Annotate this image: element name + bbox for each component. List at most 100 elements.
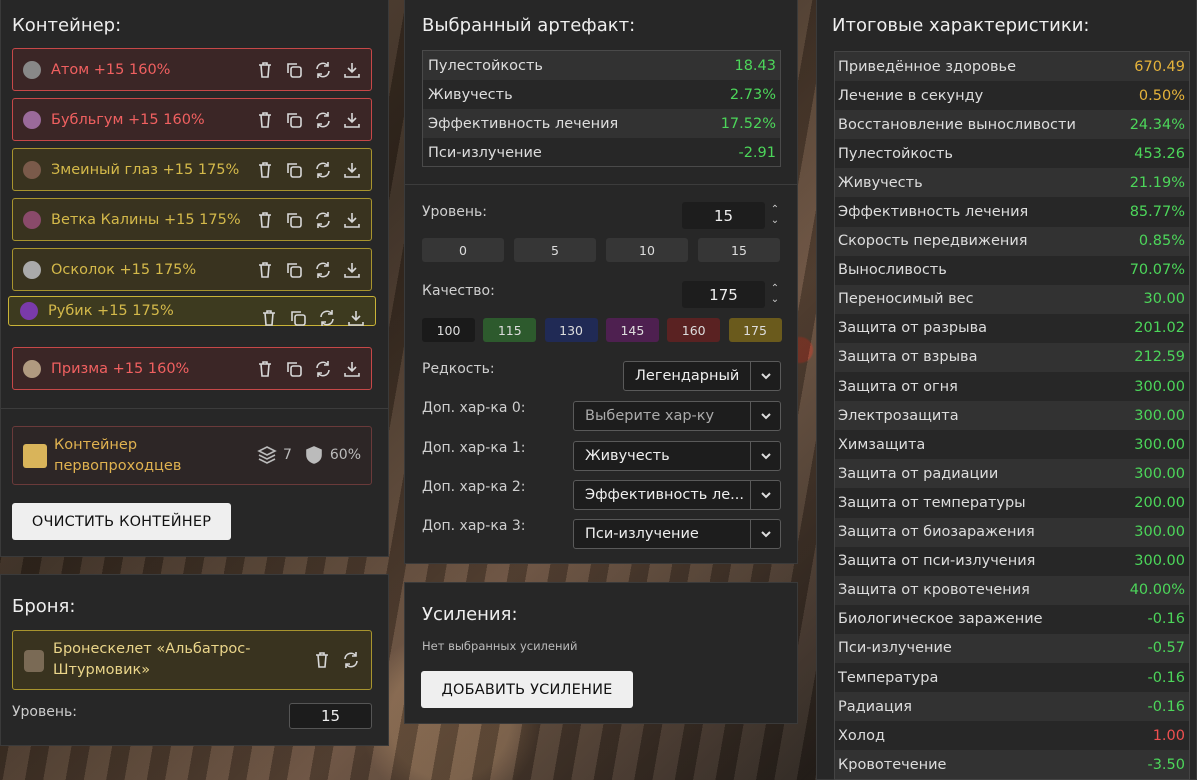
stat-value: 17.52% [720,115,776,132]
armor-level-input[interactable]: 15 [289,703,372,729]
extra-stat-select[interactable]: Выберите хар-ку [573,401,781,431]
artifact-item[interactable]: Ветка Калины +15 175% [12,198,372,241]
extra-stat-select[interactable]: Эффективность ле... [573,480,781,510]
swap-icon[interactable] [313,359,333,379]
swap-icon[interactable] [313,160,333,180]
boosts-empty-text: Нет выбранных усилений [422,639,578,653]
swap-icon[interactable] [317,308,337,328]
trash-icon[interactable] [312,650,332,670]
swap-icon[interactable] [313,210,333,230]
copy-icon[interactable] [284,110,304,130]
total-label: Выносливость [838,262,947,279]
total-row: Химзащита 300.00 [835,430,1189,459]
total-value: 670.49 [1134,58,1185,75]
total-label: Восстановление выносливости [838,116,1076,133]
stat-row: Живучесть 2.73% [423,80,780,109]
extra-stat-value: Эффективность ле... [585,487,744,503]
download-icon[interactable] [342,260,362,280]
download-icon[interactable] [342,60,362,80]
total-label: Пулестойкость [838,145,953,162]
total-row: Температура -0.16 [835,663,1189,692]
total-value: 30.00 [1143,291,1185,308]
download-icon[interactable] [346,308,366,328]
total-row: Лечение в секунду 0.50% [835,81,1189,110]
total-value: 300.00 [1134,407,1185,424]
total-row: Биологическое заражение -0.16 [835,605,1189,634]
total-row: Защита от пси-излучения 300.00 [835,547,1189,576]
download-icon[interactable] [342,210,362,230]
chevron-down-icon [760,531,771,538]
total-row: Кровотечение -3.50 [835,750,1189,780]
rarity-select[interactable]: Легендарный [623,361,781,391]
level-preset-button[interactable]: 5 [514,238,596,262]
quality-preset-button[interactable]: 130 [544,318,598,342]
quality-input[interactable]: 175 [682,281,765,308]
copy-icon[interactable] [284,60,304,80]
copy-icon[interactable] [284,160,304,180]
trash-icon[interactable] [255,160,275,180]
container-slots: 7 [282,447,292,463]
trash-icon[interactable] [255,359,275,379]
total-row: Скорость передвижения 0.85% [835,226,1189,256]
trash-icon[interactable] [255,210,275,230]
artifact-item[interactable]: Змеиный глаз +15 175% [12,148,372,191]
total-value: 21.19% [1129,174,1185,191]
artifact-name: Атом +15 160% [51,61,171,78]
total-row: Защита от кровотечения 40.00% [835,575,1189,605]
extra-stat-select[interactable]: Пси-излучение [573,519,781,549]
artifact-icon [23,60,41,79]
total-label: Скорость передвижения [838,233,1028,250]
add-boost-button[interactable]: ДОБАВИТЬ УСИЛЕНИЕ [421,671,633,708]
extra-stat-select[interactable]: Живучесть [573,441,781,471]
container-card[interactable]: Контейнер первопроходцев 7 60% [12,426,372,485]
total-label: Защита от биозаражения [838,524,1035,541]
level-input[interactable]: 15 [682,202,765,229]
trash-icon[interactable] [255,60,275,80]
total-value: 1.00 [1152,727,1185,744]
swap-icon[interactable] [341,650,361,670]
level-stepper[interactable]: ⌃ ⌄ [769,204,781,226]
quality-preset-button[interactable]: 160 [667,318,721,342]
trash-icon[interactable] [255,260,275,280]
totals-title: Итоговые характеристики: [832,15,1090,36]
total-row: Холод 1.00 [835,721,1189,750]
artifact-item[interactable]: Призма +15 160% [12,347,372,390]
artifact-item[interactable]: Бубльгум +15 160% [12,98,372,141]
total-value: 300.00 [1134,436,1185,453]
level-preset-button[interactable]: 10 [606,238,688,262]
stat-label: Пулестойкость [428,57,543,74]
download-icon[interactable] [342,160,362,180]
trash-icon[interactable] [259,308,279,328]
quality-preset-button[interactable]: 100 [422,318,475,342]
quality-preset-button[interactable]: 145 [605,318,659,342]
quality-preset-button[interactable]: 115 [483,318,537,342]
artifact-item[interactable]: Осколок +15 175% [12,248,372,291]
quality-stepper[interactable]: ⌃ ⌄ [769,283,781,305]
download-icon[interactable] [342,359,362,379]
artifact-icon [23,110,41,129]
clear-container-button[interactable]: ОЧИСТИТЬ КОНТЕЙНЕР [12,503,231,540]
artifact-item[interactable]: Рубик +15 175% [8,296,376,326]
stat-label: Эффективность лечения [428,115,619,132]
total-label: Биологическое заражение [838,611,1043,628]
totals-panel: Итоговые характеристики: Приведённое здо… [816,0,1197,780]
total-row: Защита от биозаражения 300.00 [835,517,1189,547]
chevron-down-icon [760,413,771,420]
swap-icon[interactable] [313,60,333,80]
total-label: Лечение в секунду [838,87,984,104]
swap-icon[interactable] [313,260,333,280]
swap-icon[interactable] [313,110,333,130]
copy-icon[interactable] [284,260,304,280]
total-value: 300.00 [1134,465,1185,482]
copy-icon[interactable] [284,359,304,379]
artifact-item[interactable]: Атом +15 160% [12,48,372,91]
armor-card[interactable]: Бронескелет «Альбатрос-Штурмовик» [12,630,372,690]
download-icon[interactable] [342,110,362,130]
quality-preset-button[interactable]: 175 [728,318,782,342]
level-preset-button[interactable]: 0 [422,238,504,262]
level-preset-button[interactable]: 15 [698,238,780,262]
extra-stat-value: Живучесть [585,448,670,464]
copy-icon[interactable] [288,308,308,328]
trash-icon[interactable] [255,110,275,130]
copy-icon[interactable] [284,210,304,230]
